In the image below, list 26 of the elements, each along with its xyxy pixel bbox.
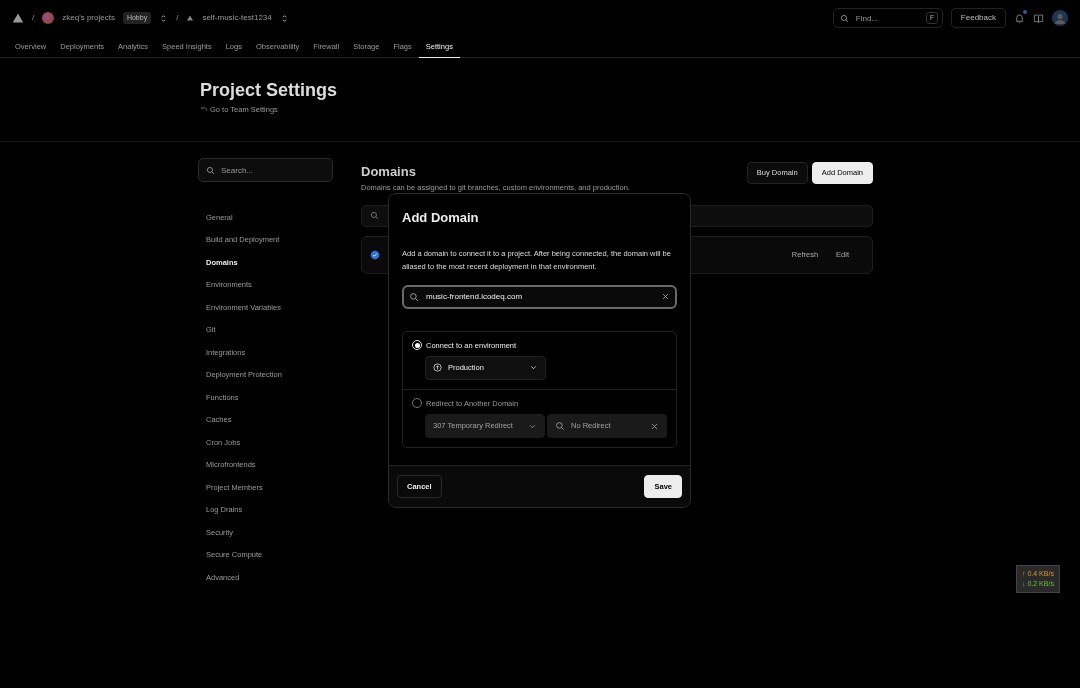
project-name[interactable]: self-music-test1234 (202, 12, 272, 24)
search-field[interactable]: Search... (198, 158, 333, 182)
page-title: Project Settings (200, 80, 339, 102)
bell-icon[interactable] (1014, 12, 1025, 24)
search-icon (206, 165, 215, 175)
return-arrow-icon (200, 105, 208, 114)
clear-icon[interactable] (661, 292, 670, 301)
feedback-button[interactable]: Feedback (950, 8, 1006, 28)
search-icon (839, 13, 849, 23)
user-avatar-icon[interactable] (1052, 10, 1068, 26)
section-title: Domains (361, 163, 417, 181)
separator-text: / (32, 12, 35, 24)
domain-input[interactable]: music-frontend.icodeq.com (402, 284, 677, 309)
modal-title: Add Domain (402, 209, 480, 227)
triangle-icon (186, 14, 195, 22)
separator-text: / (176, 12, 179, 24)
team-name[interactable]: zkeq's projects (62, 12, 115, 24)
check-circle-icon (370, 249, 380, 260)
search-icon (370, 211, 379, 221)
logo-icon[interactable] (12, 12, 24, 24)
clear-icon[interactable] (650, 421, 659, 431)
team-avatar[interactable] (42, 12, 55, 24)
book-icon[interactable] (1033, 12, 1044, 24)
arrow-up-circle-icon (433, 363, 442, 373)
search-icon (555, 421, 565, 431)
search-icon (409, 291, 419, 302)
